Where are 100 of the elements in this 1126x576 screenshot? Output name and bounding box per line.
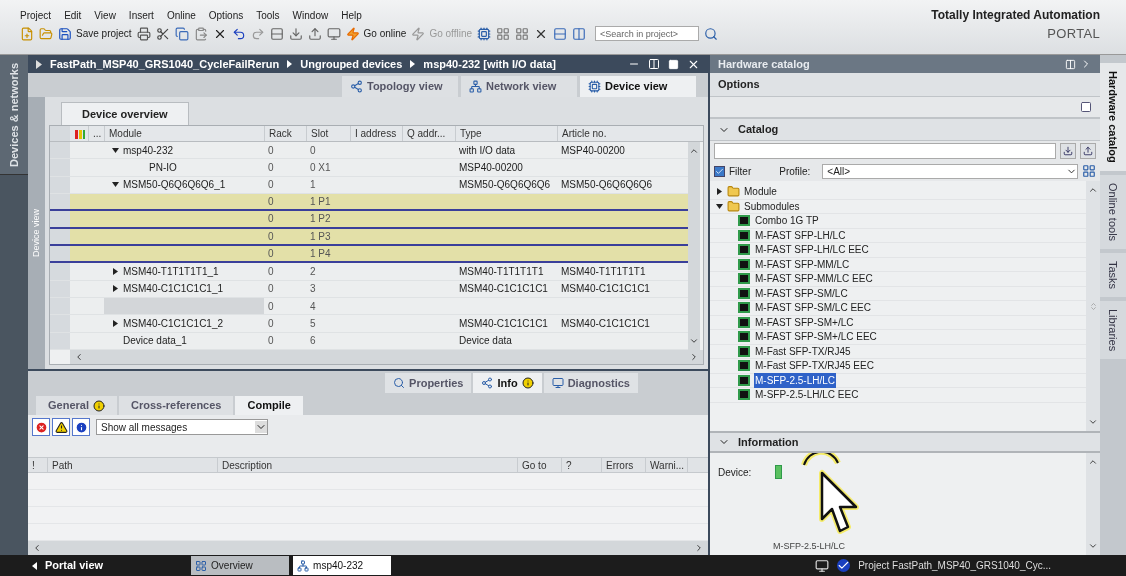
compile-icon[interactable]: [269, 26, 284, 41]
tree-item[interactable]: Combo 1G TP: [754, 213, 820, 229]
column-header[interactable]: Type: [455, 126, 557, 141]
breadcrumb-item[interactable]: Ungrouped devices: [300, 55, 403, 73]
scroll-right-icon[interactable]: [694, 543, 704, 553]
profile-settings-icon[interactable]: [1082, 164, 1096, 178]
menu-item[interactable]: Options: [208, 8, 244, 23]
scroll-up-icon[interactable]: [689, 146, 699, 156]
tree-item[interactable]: M-Fast SFP-TX/RJ45: [754, 343, 852, 359]
collapse-arrow-icon[interactable]: [36, 59, 42, 69]
view-tab[interactable]: Device view: [580, 76, 696, 97]
menu-item[interactable]: Tools: [256, 8, 280, 23]
taskbar-tab[interactable]: Overview: [191, 556, 290, 575]
table-row[interactable]: MSM40-T1T1T1T1_1 0 2 MSM40-T1T1T1T1 MSM40-T1T1T1T1: [50, 263, 688, 281]
inspector-subtab[interactable]: General: [36, 396, 117, 415]
search-up-button[interactable]: [1080, 143, 1096, 159]
info-filter-button[interactable]: [72, 418, 90, 436]
tree-item[interactable]: M-FAST SFP-LH/LC: [754, 227, 847, 243]
table-row[interactable]: 0 1 P4: [50, 246, 688, 264]
grid-icon[interactable]: [496, 26, 511, 41]
cut-icon[interactable]: [155, 26, 170, 41]
device-overview-tab[interactable]: Device overview: [61, 102, 189, 125]
profile-dropdown[interactable]: <All>: [822, 163, 1078, 179]
vertical-scrollbar[interactable]: [1086, 453, 1100, 555]
tree-item[interactable]: Module: [744, 184, 777, 200]
menu-item[interactable]: Insert: [128, 8, 154, 23]
tree-item[interactable]: M-FAST SFP-MM/LC EEC: [754, 271, 874, 287]
column-header[interactable]: Slot: [306, 126, 350, 141]
warnings-filter-button[interactable]: [52, 418, 70, 436]
simulation-icon[interactable]: [326, 26, 341, 41]
tree-item[interactable]: M-FAST SFP-SM+/LC: [754, 314, 855, 330]
project-search-field[interactable]: <Search in project>: [595, 26, 700, 41]
expander-icon[interactable]: [112, 268, 119, 276]
expander-icon[interactable]: [112, 319, 119, 327]
scroll-up-icon[interactable]: [1088, 185, 1098, 195]
tree-item[interactable]: M-FAST SFP-MM/LC: [754, 256, 851, 272]
errors-filter-button[interactable]: [32, 418, 50, 436]
scroll-left-icon[interactable]: [32, 543, 42, 553]
side-tab[interactable]: Hardware catalog: [1100, 63, 1126, 171]
split-vertical-icon[interactable]: [572, 26, 587, 41]
column-header[interactable]: Module: [104, 126, 264, 141]
scroll-down-icon[interactable]: [1088, 541, 1098, 551]
taskbar-tab[interactable]: msp40-232: [293, 556, 392, 575]
side-tab[interactable]: Online tools: [1100, 174, 1126, 249]
row-header[interactable]: [50, 246, 70, 262]
inspector-subtab[interactable]: Compile: [235, 396, 303, 415]
scroll-left-icon[interactable]: [74, 352, 84, 362]
column-header[interactable]: Description: [218, 458, 518, 472]
side-tab[interactable]: Libraries: [1100, 300, 1126, 360]
maximize-icon[interactable]: [668, 58, 679, 70]
table-row[interactable]: msp40-232 0 0 with I/O data MSP40-00200: [50, 142, 688, 160]
column-header[interactable]: I address: [350, 126, 402, 141]
menu-item[interactable]: Online: [166, 8, 196, 23]
column-header[interactable]: Errors: [602, 458, 646, 472]
search-down-button[interactable]: [1060, 143, 1076, 159]
scroll-right-icon[interactable]: [689, 352, 699, 362]
copy-icon[interactable]: [174, 26, 189, 41]
column-header[interactable]: ...: [88, 126, 104, 141]
table-row[interactable]: MSM40-C1C1C1C1_2 0 5 MSM40-C1C1C1C1 MSM40-C1C1C1C1: [50, 315, 688, 333]
menu-item[interactable]: Window: [292, 8, 329, 23]
expander-icon[interactable]: [112, 285, 119, 293]
undo-icon[interactable]: [231, 26, 246, 41]
breadcrumb-item[interactable]: FastPath_MSP40_GRS1040_CycleFailRerun: [50, 55, 280, 73]
new-project-icon[interactable]: [20, 26, 34, 41]
column-header[interactable]: Article no.: [557, 126, 688, 141]
tree-item[interactable]: M-FAST SFP-SM/LC: [754, 285, 849, 301]
download-icon[interactable]: [288, 26, 303, 41]
tree-item[interactable]: M-FAST SFP-LH/LC EEC: [754, 242, 870, 258]
tree-item[interactable]: M-Fast SFP-TX/RJ45 EEC: [754, 358, 875, 374]
message-filter-dropdown[interactable]: Show all messages: [96, 419, 268, 435]
vertical-scrollbar[interactable]: [1086, 181, 1100, 431]
inspector-tab[interactable]: Info: [473, 373, 542, 393]
menu-item[interactable]: Project: [20, 8, 52, 23]
column-header[interactable]: Go to: [518, 458, 562, 472]
window-icon[interactable]: [1080, 101, 1092, 113]
catalog-search-field[interactable]: [714, 143, 1056, 159]
tree-item[interactable]: Submodules: [744, 198, 800, 214]
column-header[interactable]: ?: [562, 458, 602, 472]
inspector-subtab[interactable]: Cross-references: [118, 396, 234, 415]
float-icon[interactable]: [1065, 58, 1076, 70]
tree-item[interactable]: M-FAST SFP-SM/LC EEC: [754, 300, 872, 316]
column-header[interactable]: !: [28, 458, 48, 472]
horizontal-scrollbar[interactable]: [28, 541, 708, 555]
inspector-tab[interactable]: Properties: [385, 373, 472, 393]
float-icon[interactable]: [648, 58, 660, 70]
save-project-button[interactable]: Save project: [58, 26, 132, 41]
scroll-down-icon[interactable]: [689, 336, 699, 346]
upload-icon[interactable]: [307, 26, 322, 41]
open-folder-icon[interactable]: [39, 26, 53, 41]
expander-icon[interactable]: [112, 146, 119, 154]
expander-icon[interactable]: [716, 202, 723, 210]
tree-item[interactable]: M-SFP-2.5-LH/LC: [754, 372, 836, 388]
menu-item[interactable]: View: [94, 8, 116, 23]
view-tab[interactable]: Topology view: [342, 76, 458, 97]
grip-icon[interactable]: [1088, 301, 1098, 311]
side-tab[interactable]: Tasks: [1100, 252, 1126, 297]
breadcrumb-item[interactable]: msp40-232 [with I/O data]: [423, 55, 556, 73]
column-header[interactable]: Warni...: [646, 458, 688, 472]
menu-item[interactable]: Edit: [64, 8, 82, 23]
search-icon[interactable]: [704, 26, 719, 41]
